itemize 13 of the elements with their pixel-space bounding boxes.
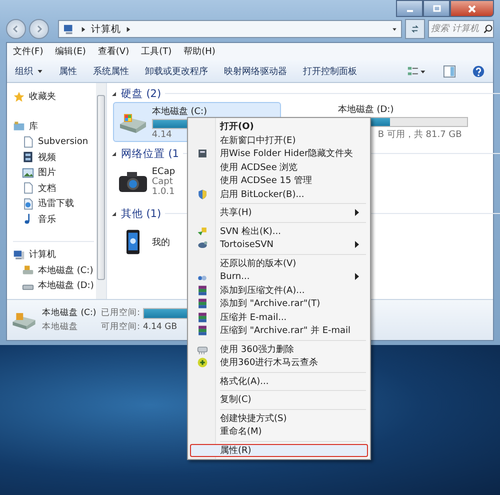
device-label: 1.0.1: [152, 187, 175, 197]
free-space-text: 4.14: [152, 130, 172, 140]
used-space-label: 已用空间:: [101, 307, 140, 319]
drive-name: 本地磁盘 (C:): [152, 106, 208, 118]
free-space-value: 4.14 GB: [143, 322, 178, 332]
device-label: Capt: [152, 177, 173, 187]
drive-name: 本地磁盘 (C:): [42, 307, 96, 319]
free-space-text: B 可用，共 81.7 GB: [376, 128, 462, 141]
device-label: ECap: [152, 167, 176, 177]
drive-name: 本地磁盘 (D:): [338, 104, 395, 116]
device-label: 我的: [152, 236, 170, 248]
free-space-label: 可用空间:: [101, 321, 140, 333]
drive-type: 本地磁盘: [42, 321, 79, 333]
